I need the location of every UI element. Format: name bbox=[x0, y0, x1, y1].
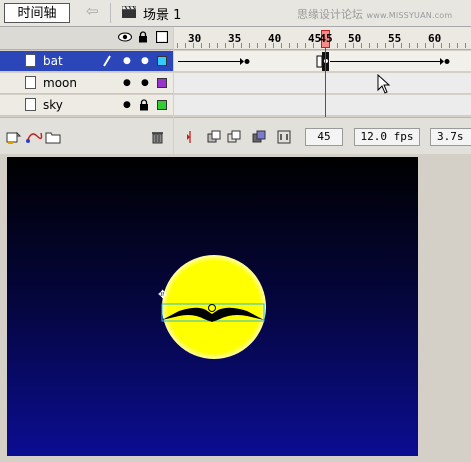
ruler-tick bbox=[241, 43, 242, 48]
lock-icon[interactable] bbox=[138, 31, 148, 43]
ruler-tick bbox=[401, 43, 402, 48]
layer-page-icon bbox=[25, 76, 36, 89]
ruler-tick bbox=[273, 43, 274, 48]
ruler-tick bbox=[457, 43, 458, 48]
ruler-tick bbox=[265, 43, 266, 48]
onion-skin-icon[interactable] bbox=[207, 130, 221, 144]
timeline-toggle-button[interactable]: 时间轴 bbox=[4, 3, 70, 23]
ruler-tick bbox=[249, 43, 250, 48]
ruler-tick bbox=[297, 43, 298, 48]
layer-name-bat[interactable]: bat bbox=[43, 54, 63, 68]
add-motion-guide-icon[interactable] bbox=[25, 130, 43, 144]
ruler-tick bbox=[441, 43, 442, 48]
ruler-tick bbox=[177, 43, 178, 48]
watermark-url: www.MISSYUAN.com bbox=[366, 11, 453, 20]
ruler-tick bbox=[233, 43, 234, 48]
watermark: 思缘设计论坛 www.MISSYUAN.com bbox=[297, 6, 452, 22]
timeline-status-bar: 45 12.0 fps 3.7s bbox=[174, 117, 471, 154]
outline-color-swatch[interactable] bbox=[157, 56, 167, 66]
lock-icon[interactable] bbox=[139, 99, 149, 111]
mouse-cursor-icon bbox=[377, 74, 391, 94]
ruler-tick bbox=[201, 43, 202, 48]
ruler-tick bbox=[449, 43, 450, 48]
center-frame-icon[interactable] bbox=[183, 130, 197, 144]
ruler-label: 50 bbox=[348, 32, 362, 45]
ruler-tick bbox=[289, 43, 290, 48]
frames-row-sky[interactable] bbox=[174, 95, 471, 116]
ruler-tick bbox=[193, 43, 194, 48]
edit-multiple-frames-icon[interactable] bbox=[252, 130, 266, 144]
ruler-label: 55 bbox=[388, 32, 402, 45]
ruler-tick bbox=[369, 43, 370, 48]
layer-row-moon[interactable]: moon ● ● bbox=[0, 73, 173, 94]
add-folder-icon[interactable] bbox=[45, 130, 61, 144]
frame-rate-display[interactable]: 12.0 fps bbox=[354, 128, 420, 146]
ruler-label: 60 bbox=[428, 32, 442, 45]
lock-dot[interactable]: ● bbox=[141, 57, 149, 66]
ruler-tick bbox=[417, 43, 418, 48]
ruler-label: 35 bbox=[228, 32, 242, 45]
watermark-cn: 思缘设计论坛 bbox=[297, 8, 363, 21]
pencil-icon bbox=[103, 55, 111, 67]
ruler-tick bbox=[345, 43, 346, 48]
ruler-tick bbox=[185, 43, 186, 48]
layer-row-bat[interactable]: bat ● ● bbox=[0, 51, 173, 72]
stage-canvas[interactable]: ✥ bbox=[7, 157, 418, 456]
elapsed-time-display: 3.7s bbox=[430, 128, 471, 146]
ruler-tick bbox=[385, 43, 386, 48]
modify-onion-markers-icon[interactable] bbox=[277, 130, 291, 144]
ruler-tick bbox=[409, 43, 410, 48]
stage-artwork: ✥ bbox=[158, 255, 266, 359]
eye-icon[interactable] bbox=[118, 32, 132, 42]
layer-page-icon bbox=[25, 54, 36, 67]
layer-row-sky[interactable]: sky ● bbox=[0, 95, 173, 116]
playhead-frame-label: 45 bbox=[319, 32, 333, 45]
ruler-tick bbox=[217, 43, 218, 48]
add-layer-icon[interactable] bbox=[6, 130, 22, 144]
frames-row-bat[interactable] bbox=[174, 51, 471, 72]
ruler-label: 40 bbox=[268, 32, 282, 45]
lock-dot[interactable]: ● bbox=[141, 79, 149, 88]
frames-row-moon[interactable] bbox=[174, 73, 471, 94]
layer-name-moon[interactable]: moon bbox=[43, 76, 77, 90]
ruler-tick bbox=[433, 43, 434, 48]
outline-icon[interactable] bbox=[156, 31, 168, 43]
ruler-tick bbox=[225, 43, 226, 48]
ruler-tick bbox=[313, 43, 314, 48]
ruler-tick bbox=[361, 43, 362, 48]
ruler-label: 30 bbox=[188, 32, 202, 45]
ruler-tick bbox=[377, 43, 378, 48]
ruler-tick bbox=[337, 43, 338, 48]
move-cursor-icon: ✥ bbox=[158, 288, 167, 301]
layer-toolbar bbox=[0, 117, 173, 154]
trash-icon[interactable] bbox=[151, 130, 164, 144]
ruler-tick bbox=[353, 43, 354, 48]
ruler-tick bbox=[281, 43, 282, 48]
ruler-tick bbox=[305, 43, 306, 48]
visibility-dot[interactable]: ● bbox=[123, 101, 131, 110]
ruler-tick bbox=[209, 43, 210, 48]
ruler-tick bbox=[393, 43, 394, 48]
toolbar-divider bbox=[110, 3, 111, 23]
back-arrow-icon[interactable]: ⇦ bbox=[86, 2, 99, 20]
ruler-tick bbox=[257, 43, 258, 48]
layer-header bbox=[0, 27, 173, 50]
onion-skin-outlines-icon[interactable] bbox=[227, 130, 241, 144]
layer-page-icon bbox=[25, 98, 36, 111]
current-frame-display: 45 bbox=[305, 128, 343, 146]
outline-color-swatch[interactable] bbox=[157, 100, 167, 110]
visibility-dot[interactable]: ● bbox=[123, 57, 131, 66]
visibility-dot[interactable]: ● bbox=[123, 79, 131, 88]
ruler-tick bbox=[425, 43, 426, 48]
ruler-tick bbox=[465, 43, 466, 48]
moon-shape[interactable] bbox=[162, 255, 266, 359]
outline-color-swatch[interactable] bbox=[157, 78, 167, 88]
clapperboard-icon bbox=[122, 6, 136, 18]
layer-name-sky[interactable]: sky bbox=[43, 98, 63, 112]
scene-label[interactable]: 场景 1 bbox=[143, 4, 181, 23]
